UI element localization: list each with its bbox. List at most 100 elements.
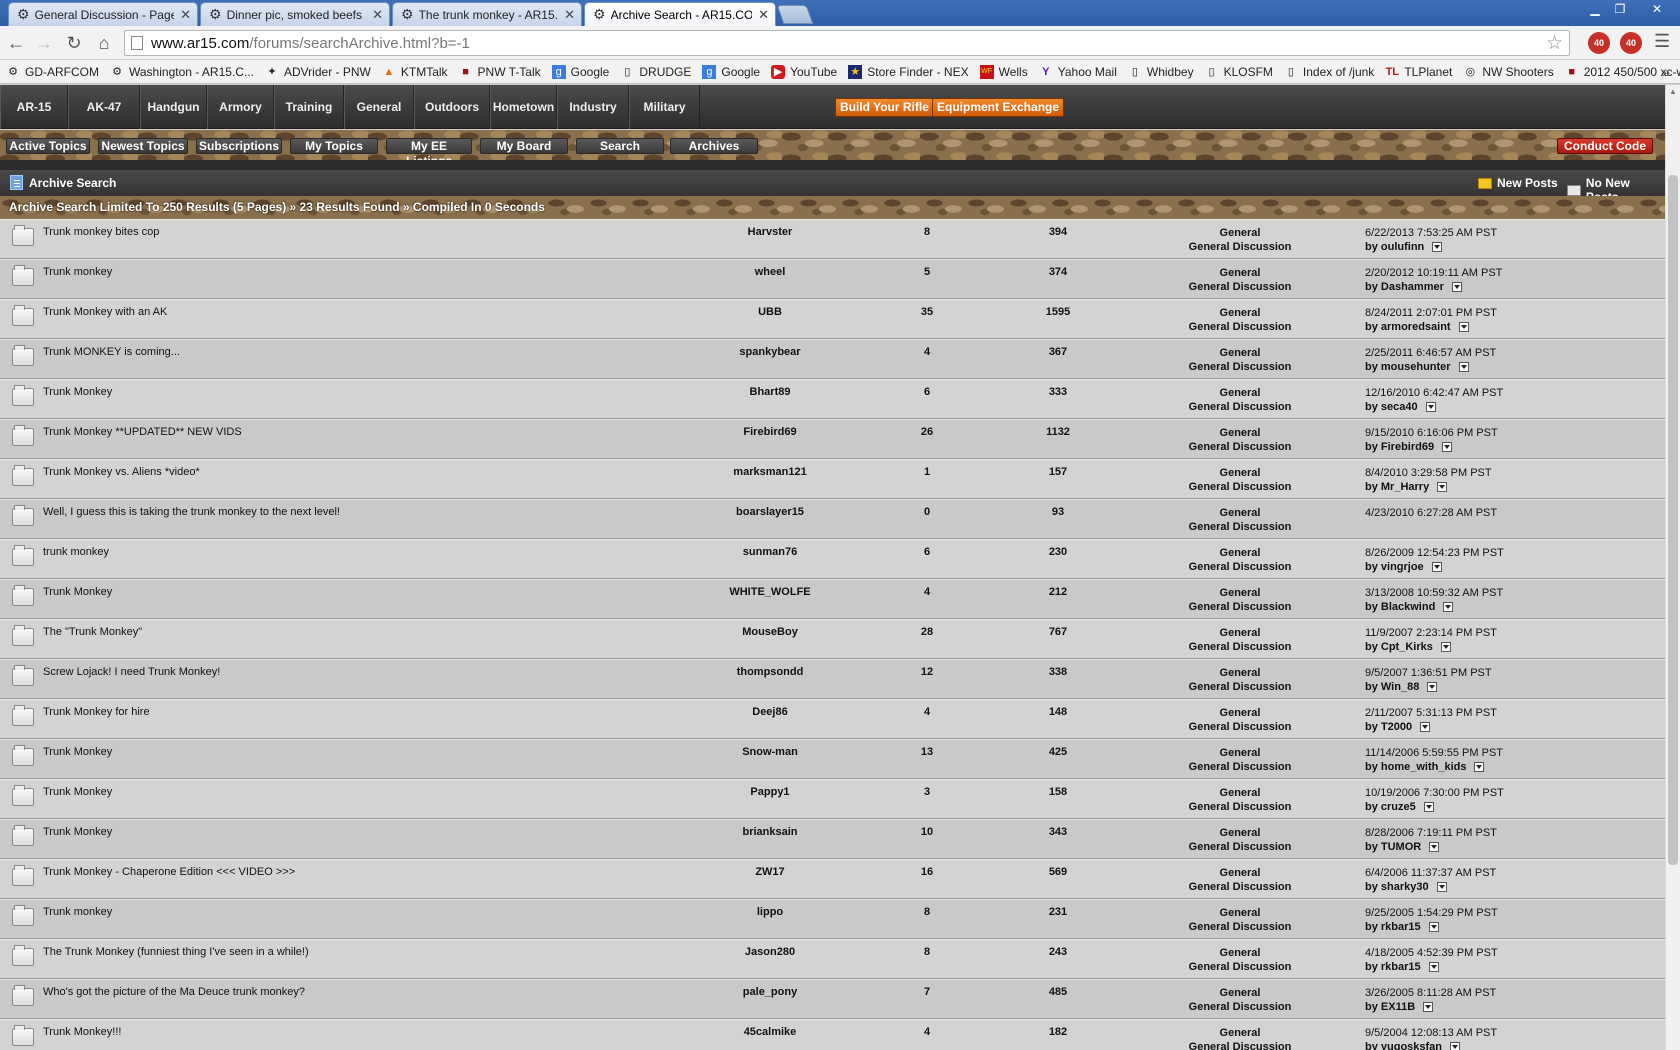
bookmark[interactable]: WF Wells <box>979 64 1028 79</box>
topic-link[interactable]: The Trunk Monkey (funniest thing I've se… <box>43 946 309 958</box>
topic-link[interactable]: Trunk Monkey with an AK <box>43 306 167 318</box>
minimize-icon[interactable]: ▁ <box>1583 0 1607 18</box>
last-post-author[interactable]: by EX11B <box>1365 1001 1415 1013</box>
menu-icon[interactable]: ☰ <box>1654 31 1670 52</box>
topic-link[interactable]: Well, I guess this is taking the trunk m… <box>43 506 340 518</box>
last-post-author[interactable]: by home_with_kids <box>1365 761 1466 773</box>
tab-general-discussion[interactable]: ⚙ General Discussion - Page 2 ✕ <box>8 2 198 26</box>
jump-to-post-icon[interactable] <box>1429 842 1440 853</box>
jump-to-post-icon[interactable] <box>1437 482 1448 493</box>
subnav-search[interactable]: Search <box>576 138 664 154</box>
topic-link[interactable]: Trunk monkey bites cop <box>43 226 159 238</box>
last-post-author[interactable]: by Cpt_Kirks <box>1365 641 1433 653</box>
author-link[interactable]: Jason280 <box>650 946 890 958</box>
bookmark[interactable]: ⚙ Washington - AR15.C... <box>110 65 254 79</box>
last-post-author[interactable]: by yugosksfan <box>1365 1041 1442 1050</box>
jump-to-post-icon[interactable] <box>1428 922 1439 933</box>
last-post-author[interactable]: by cruze5 <box>1365 801 1416 813</box>
nav-ak47[interactable]: AK-47 <box>68 85 140 129</box>
last-post-author[interactable]: by Dashammer <box>1365 281 1444 293</box>
last-post-author[interactable]: by Mr_Harry <box>1365 481 1429 493</box>
jump-to-post-icon[interactable] <box>1420 722 1431 733</box>
author-link[interactable]: marksman121 <box>650 466 890 478</box>
last-post-author[interactable]: by mousehunter <box>1365 361 1451 373</box>
last-post-author[interactable]: by Firebird69 <box>1365 441 1434 453</box>
last-post-author[interactable]: by sharky30 <box>1365 881 1429 893</box>
topic-link[interactable]: Trunk MONKEY is coming... <box>43 346 180 358</box>
topic-link[interactable]: Trunk Monkey vs. Aliens *video* <box>43 466 200 478</box>
jump-to-post-icon[interactable] <box>1458 322 1469 333</box>
bookmark[interactable]: g Google <box>551 64 609 79</box>
topic-link[interactable]: Trunk Monkey <box>43 826 112 838</box>
last-post-author[interactable]: by T2000 <box>1365 721 1412 733</box>
jump-to-post-icon[interactable] <box>1436 882 1447 893</box>
topic-link[interactable]: trunk monkey <box>43 546 109 558</box>
topic-link[interactable]: Trunk Monkey!!! <box>43 1026 121 1038</box>
jump-to-post-icon[interactable] <box>1442 442 1453 453</box>
bookmark[interactable]: ▯ KLOSFM <box>1205 65 1273 79</box>
author-link[interactable]: sunman76 <box>650 546 890 558</box>
subnav-active-topics[interactable]: Active Topics <box>6 138 90 154</box>
jump-to-post-icon[interactable] <box>1423 1002 1434 1013</box>
last-post-author[interactable]: by rkbar15 <box>1365 921 1421 933</box>
bookmark[interactable]: TL TLPlanet <box>1385 65 1453 79</box>
author-link[interactable]: MouseBoy <box>650 626 890 638</box>
reload-icon[interactable]: ↻ <box>62 31 86 55</box>
topic-link[interactable]: Trunk Monkey <box>43 586 112 598</box>
author-link[interactable]: WHITE_WOLFE <box>650 586 890 598</box>
conduct-code-button[interactable]: Conduct Code <box>1557 138 1653 154</box>
jump-to-post-icon[interactable] <box>1451 282 1462 293</box>
last-post-author[interactable]: by armoredsaint <box>1365 321 1451 333</box>
last-post-author[interactable]: by oulufinn <box>1365 241 1424 253</box>
author-link[interactable]: UBB <box>650 306 890 318</box>
author-link[interactable]: Harvster <box>650 226 890 238</box>
bookmark[interactable]: ★ Store Finder - NEX <box>848 64 969 79</box>
nav-armory[interactable]: Armory <box>207 85 274 129</box>
topic-link[interactable]: Trunk Monkey - Chaperone Edition <<< VID… <box>43 866 295 878</box>
vertical-scrollbar[interactable]: ▲ <box>1665 85 1680 1050</box>
bookmark[interactable]: ✦ ADVrider - PNW <box>265 65 371 79</box>
last-post-author[interactable]: by Blackwind <box>1365 601 1435 613</box>
scroll-thumb[interactable] <box>1668 175 1678 865</box>
close-icon[interactable]: ✕ <box>372 7 383 23</box>
topic-link[interactable]: Trunk monkey <box>43 906 112 918</box>
topic-link[interactable]: Screw Lojack! I need Trunk Monkey! <box>43 666 220 678</box>
author-link[interactable]: boarslayer15 <box>650 506 890 518</box>
tab-trunk-monkey[interactable]: ⚙ The trunk monkey - AR15.CO ✕ <box>392 2 582 26</box>
topic-link[interactable]: Trunk Monkey for hire <box>43 706 150 718</box>
bookmark[interactable]: ■ PNW T-Talk <box>459 65 540 79</box>
topic-link[interactable]: Trunk Monkey <box>43 786 112 798</box>
topic-link[interactable]: The "Trunk Monkey" <box>43 626 142 638</box>
nav-outdoors[interactable]: Outdoors <box>414 85 490 129</box>
close-icon[interactable]: ✕ <box>180 7 191 23</box>
bookmark[interactable]: ▯ Index of /junk <box>1284 65 1374 79</box>
subnav-subscriptions[interactable]: Subscriptions <box>196 138 282 154</box>
subnav-archives[interactable]: Archives <box>670 138 758 154</box>
subnav-my-board[interactable]: My Board <box>480 138 568 154</box>
forward-icon[interactable]: → <box>32 31 56 55</box>
extension-icon[interactable]: 40 <box>1620 32 1642 54</box>
bookmark[interactable]: ◎ NW Shooters <box>1463 65 1554 79</box>
subnav-my-topics[interactable]: My Topics <box>290 138 378 154</box>
jump-to-post-icon[interactable] <box>1428 962 1439 973</box>
tab-dinner-pic[interactable]: ⚙ Dinner pic, smoked beefs rib ✕ <box>200 2 390 26</box>
nav-training[interactable]: Training <box>274 85 344 129</box>
nav-ar15[interactable]: AR-15 <box>0 85 68 129</box>
author-link[interactable]: 45calmike <box>650 1026 890 1038</box>
topic-link[interactable]: Who's got the picture of the Ma Deuce tr… <box>43 986 305 998</box>
jump-to-post-icon[interactable] <box>1427 682 1438 693</box>
bookmark[interactable]: ▯ DRUDGE <box>620 65 691 79</box>
nav-handgun[interactable]: Handgun <box>140 85 207 129</box>
extension-icon[interactable]: 40 <box>1588 32 1610 54</box>
author-link[interactable]: lippo <box>650 906 890 918</box>
bookmark[interactable]: Y Yahoo Mail <box>1039 65 1117 79</box>
author-link[interactable]: Snow-man <box>650 746 890 758</box>
close-window-icon[interactable]: ✕ <box>1645 0 1669 18</box>
close-icon[interactable]: ✕ <box>758 7 769 23</box>
author-link[interactable]: pale_pony <box>650 986 890 998</box>
topic-link[interactable]: Trunk Monkey <box>43 386 112 398</box>
address-bar[interactable]: www.ar15.com/forums/searchArchive.html?b… <box>124 30 1570 56</box>
build-your-rifle-button[interactable]: Build Your Rifle <box>835 98 934 117</box>
author-link[interactable]: Bhart89 <box>650 386 890 398</box>
topic-link[interactable]: Trunk Monkey **UPDATED** NEW VIDS <box>43 426 242 438</box>
